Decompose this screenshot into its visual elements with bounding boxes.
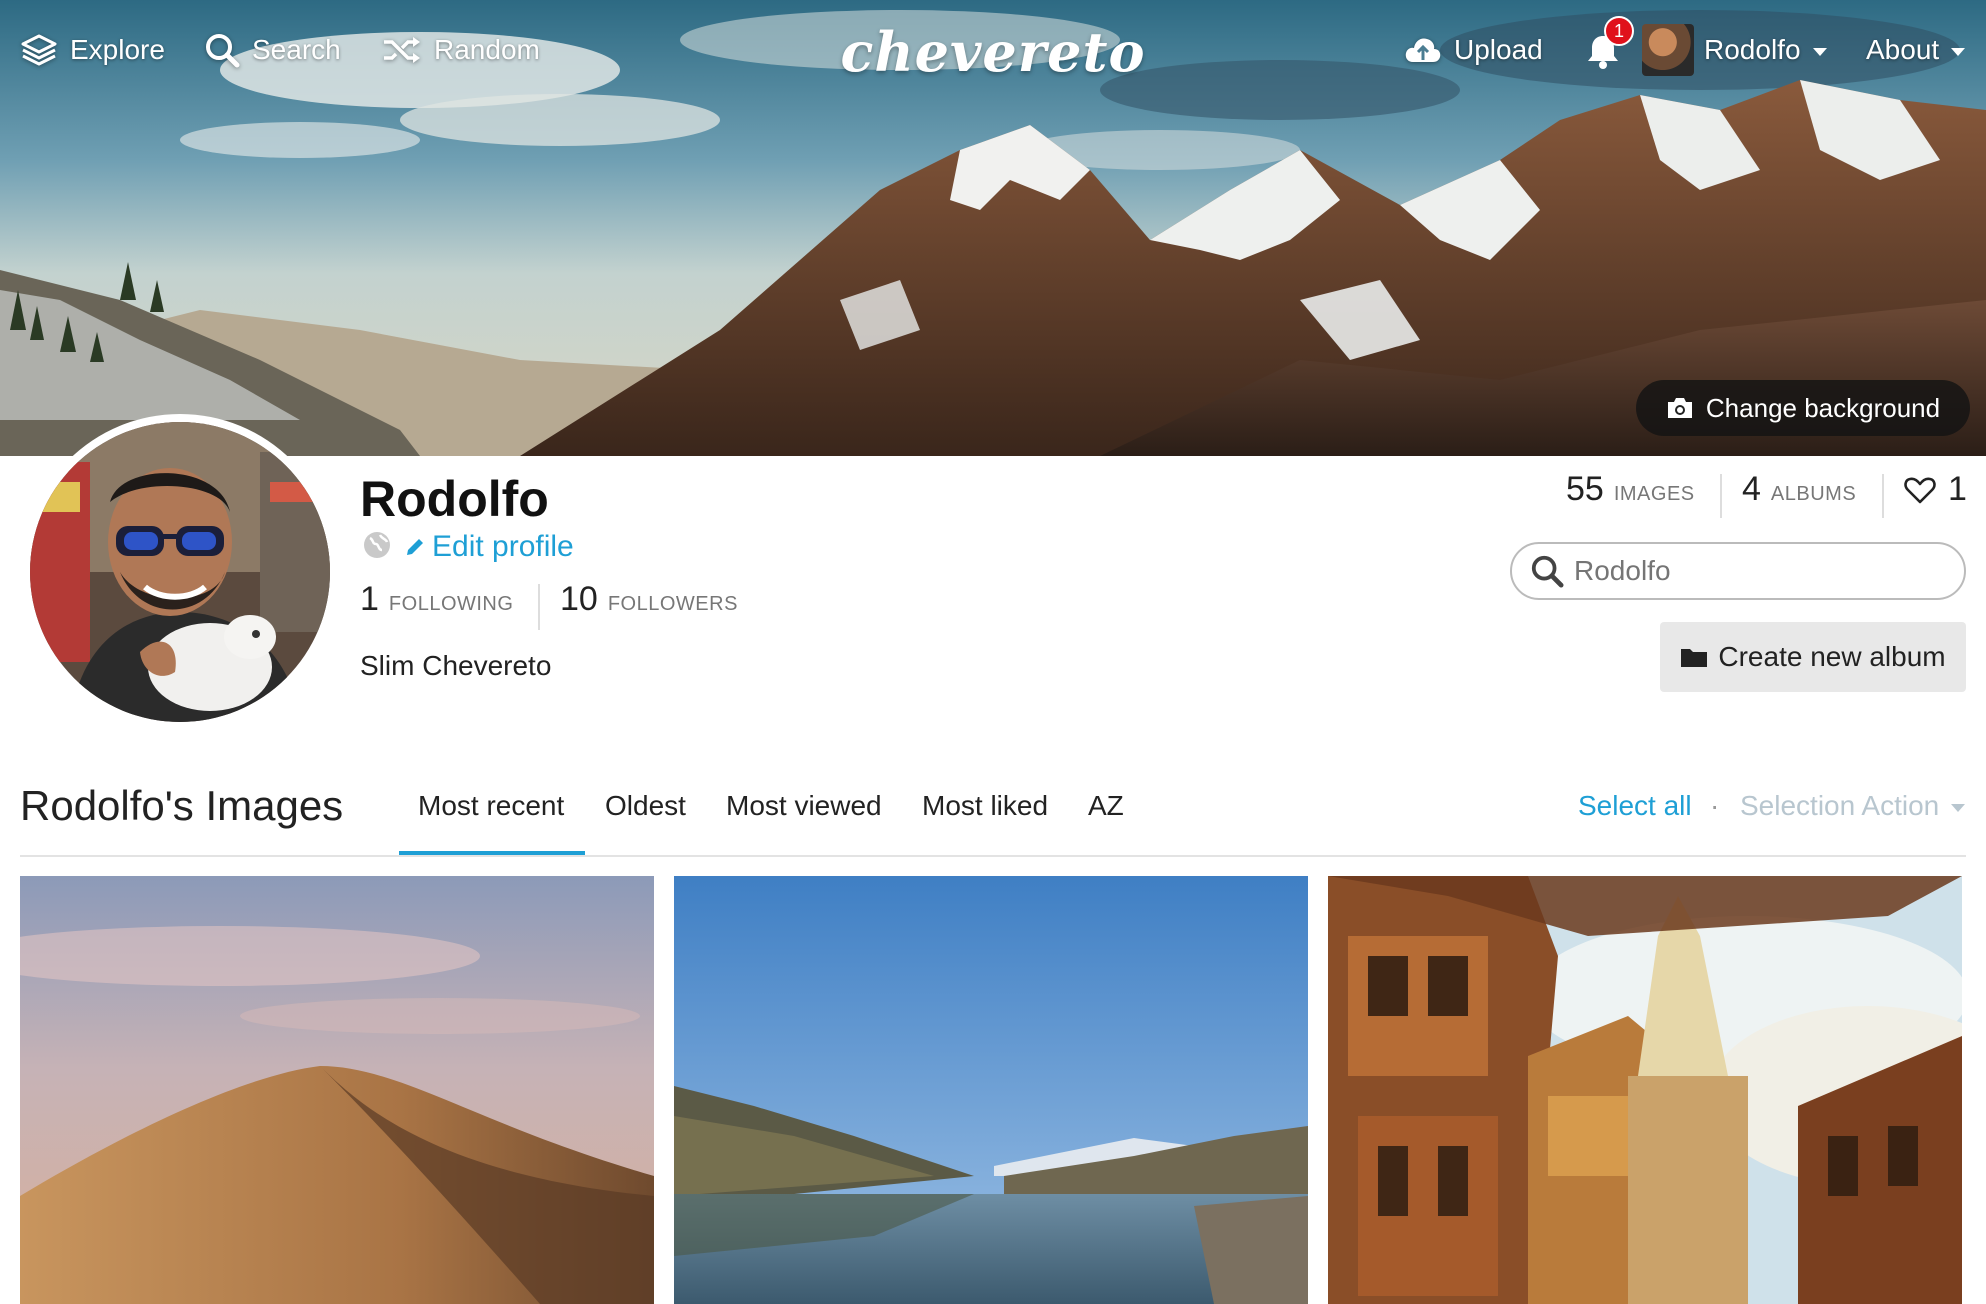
camera-icon: [1667, 398, 1692, 418]
mountain-lake-image: [674, 876, 1308, 1304]
profile-bio: Slim Chevereto: [360, 650, 552, 681]
stat-divider: [538, 584, 540, 630]
desert-dune-image: [20, 876, 654, 1304]
profile-avatar: [22, 414, 338, 730]
likes-stat[interactable]: 1: [1904, 470, 1967, 509]
followers-label: FOLLOWERS: [607, 593, 738, 615]
folder-icon: [1681, 649, 1708, 667]
albums-label: ALBUMS: [1770, 483, 1857, 505]
user-search-input[interactable]: [1574, 555, 1934, 587]
following-stat[interactable]: 1 FOLLOWING: [360, 580, 513, 619]
user-menu-label: Rodolfo: [1704, 34, 1801, 65]
notification-count-badge: 1: [1604, 16, 1634, 46]
create-album-button[interactable]: Create new album: [1660, 622, 1966, 692]
create-album-label: Create new album: [1718, 641, 1946, 672]
profile-background: Explore Search Random chevereto Upload 1…: [0, 0, 1986, 456]
selection-action-label: Selection Action: [1740, 790, 1940, 821]
images-stat[interactable]: 55 IMAGES: [1566, 470, 1695, 509]
user-menu[interactable]: Rodolfo: [1704, 28, 1827, 72]
chevron-down-icon: [1812, 48, 1827, 56]
random-label: Random: [434, 34, 540, 65]
image-thumbnail-fantasy-town[interactable]: [1328, 876, 1962, 1304]
images-count: 55: [1566, 470, 1604, 508]
profile-photo: [30, 422, 330, 722]
image-thumbnail-desert[interactable]: [20, 876, 654, 1304]
top-navigation-bar: Explore Search Random chevereto Upload 1…: [0, 0, 1986, 100]
chevron-down-icon: [1951, 48, 1966, 56]
selection-action-dropdown[interactable]: Selection Action: [1740, 790, 1966, 822]
edit-profile-label: Edit profile: [432, 530, 574, 563]
albums-count: 4: [1742, 470, 1761, 508]
cloud-upload-icon: [1405, 38, 1441, 62]
upload-button[interactable]: Upload: [1404, 28, 1543, 72]
profile-name: Rodolfo: [360, 471, 549, 527]
separator-dot: ·: [1710, 790, 1720, 821]
change-background-label: Change background: [1705, 392, 1941, 423]
site-logo[interactable]: chevereto: [841, 14, 1145, 90]
listing-title: Rodolfo's Images: [20, 782, 344, 829]
image-thumbnail-lake[interactable]: [674, 876, 1308, 1304]
globe-icon: [364, 532, 390, 558]
explore-link[interactable]: Explore: [20, 28, 165, 72]
explore-label: Explore: [70, 34, 165, 65]
fantasy-town-image: [1328, 876, 1962, 1304]
about-label: About: [1866, 34, 1940, 65]
pencil-icon: [407, 539, 423, 555]
following-count: 1: [360, 580, 379, 618]
tab-most-viewed[interactable]: Most viewed: [726, 790, 882, 822]
about-menu[interactable]: About: [1866, 28, 1966, 72]
random-link[interactable]: Random: [382, 28, 540, 72]
listing-divider: [20, 855, 1966, 857]
images-label: IMAGES: [1613, 483, 1695, 505]
user-avatar-small[interactable]: [1642, 24, 1694, 76]
tab-oldest[interactable]: Oldest: [605, 790, 686, 822]
search-icon: [1531, 555, 1564, 588]
search-label: Search: [252, 34, 341, 65]
followers-count: 10: [560, 580, 598, 618]
albums-stat[interactable]: 4 ALBUMS: [1742, 470, 1856, 509]
stat-divider: [1882, 474, 1884, 518]
search-icon: [206, 34, 240, 68]
following-label: FOLLOWING: [388, 593, 514, 615]
likes-count: 1: [1948, 470, 1967, 508]
tab-most-liked[interactable]: Most liked: [922, 790, 1048, 822]
layers-icon: [21, 34, 57, 66]
stat-divider: [1720, 474, 1722, 518]
select-all-link[interactable]: Select all: [1578, 790, 1692, 822]
tab-az[interactable]: AZ: [1088, 790, 1124, 822]
chevron-down-icon: [1951, 804, 1966, 812]
followers-stat[interactable]: 10 FOLLOWERS: [560, 580, 738, 619]
edit-profile-link[interactable]: Edit profile: [404, 530, 574, 564]
search-link[interactable]: Search: [204, 28, 341, 72]
heart-icon: [1904, 476, 1936, 503]
tab-most-recent[interactable]: Most recent: [418, 790, 564, 822]
upload-label: Upload: [1454, 34, 1543, 65]
change-background-button[interactable]: Change background: [1636, 380, 1970, 436]
shuffle-icon: [384, 37, 420, 63]
user-search-box[interactable]: [1510, 542, 1966, 600]
